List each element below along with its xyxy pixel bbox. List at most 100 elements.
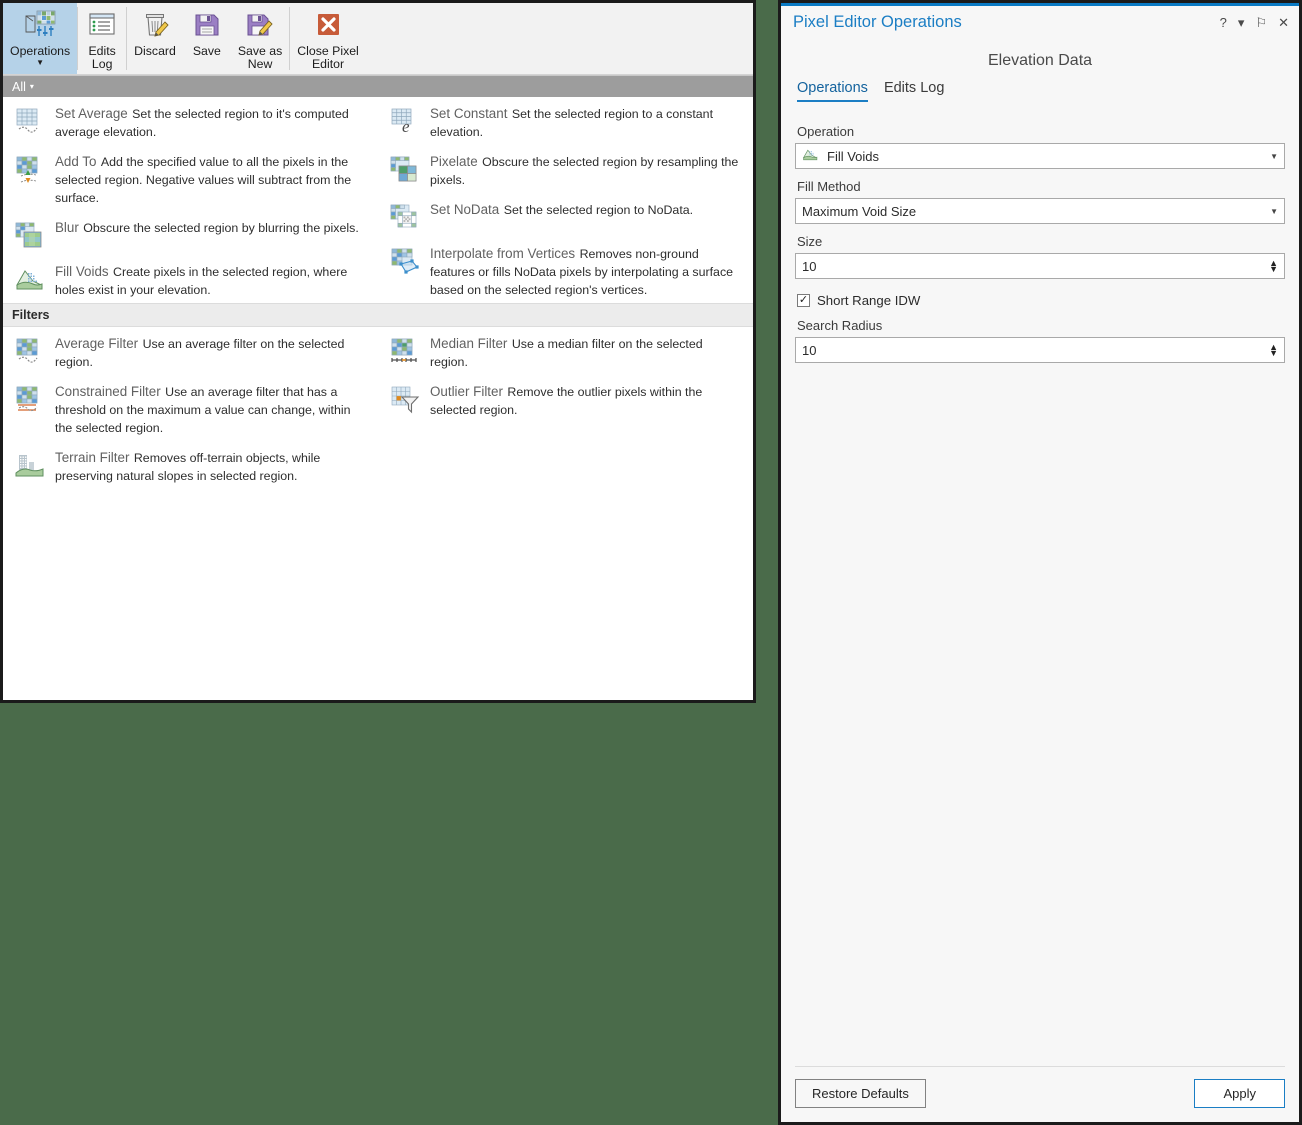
chevron-down-icon: ▼: [1270, 206, 1278, 216]
gallery-item-title: Median Filter: [430, 336, 508, 351]
operation-dropdown[interactable]: Fill Voids ▼: [795, 143, 1285, 169]
gallery-item-title: Set Average: [55, 106, 128, 121]
pane-tabs: Operations Edits Log: [781, 80, 1299, 102]
ribbon-button-label: Discard: [134, 44, 176, 58]
blur-icon: [15, 221, 45, 251]
size-value[interactable]: 10: [802, 259, 1265, 274]
fill-method-label: Fill Method: [797, 179, 861, 194]
ribbon-button-label: Save: [192, 44, 221, 58]
tab-edits-log[interactable]: Edits Log: [884, 80, 944, 102]
ribbon-button-label: Close Pixel Editor: [297, 44, 359, 71]
save-floppy-icon: [190, 9, 224, 41]
ribbon-button-operations[interactable]: Operations ▼: [3, 3, 78, 74]
gallery-item-terrain-filter[interactable]: Terrain Filter Removes off-terrain objec…: [3, 441, 378, 489]
gallery-item-title: Interpolate from Vertices: [430, 246, 576, 261]
set-nodata-icon: [390, 203, 420, 233]
stepper-arrows-icon[interactable]: ▲ ▼: [1265, 343, 1278, 358]
ribbon-toolbar: Operations ▼ Edits Log Discard Save Save…: [3, 3, 753, 75]
gallery-item-title: Outlier Filter: [430, 384, 503, 399]
fill-method-dropdown[interactable]: Maximum Void Size ▼: [795, 198, 1285, 224]
pixelate-icon: [390, 155, 420, 185]
gallery-item-title: Average Filter: [55, 336, 139, 351]
save-as-new-icon: [243, 9, 277, 41]
pane-title-label: Pixel Editor Operations: [793, 12, 962, 31]
pin-icon[interactable]: ⚐: [1255, 16, 1267, 29]
size-stepper[interactable]: 10 ▲ ▼: [795, 253, 1285, 279]
pane-title-bar: Pixel Editor Operations ? ▾ ⚐ ✕: [781, 6, 1299, 38]
gallery-item-interpolate-from-vertices[interactable]: Interpolate from Vertices Removes non-gr…: [378, 237, 753, 303]
outlier-filter-icon: [390, 385, 420, 415]
chevron-down-icon: ▾: [29, 82, 34, 91]
gallery-item-set-nodata[interactable]: Set NoData Set the selected region to No…: [378, 193, 753, 237]
operations-column-left: Set Average Set the selected region to i…: [3, 97, 378, 303]
ribbon-button-close-pixel-editor[interactable]: Close Pixel Editor: [290, 3, 366, 74]
filter-bar-label: All: [12, 79, 26, 94]
filters-column-right: Median Filter Use a median filter on the…: [378, 327, 753, 489]
close-icon[interactable]: ✕: [1278, 16, 1289, 29]
help-icon[interactable]: ?: [1220, 16, 1227, 29]
svg-text:e: e: [402, 117, 410, 136]
gallery-item-set-constant[interactable]: e Set Constant Set the selected region t…: [378, 97, 753, 145]
gallery-item-desc: Add the specified value to all the pixel…: [55, 155, 352, 205]
ribbon-button-save-as-new[interactable]: Save as New: [231, 3, 289, 74]
gallery-item-constrained-filter[interactable]: Constrained Filter Use an average filter…: [3, 375, 378, 441]
search-radius-stepper[interactable]: 10 ▲ ▼: [795, 337, 1285, 363]
search-radius-label: Search Radius: [797, 318, 883, 333]
set-constant-icon: e: [390, 107, 420, 137]
gallery-item-median-filter[interactable]: Median Filter Use a median filter on the…: [378, 327, 753, 375]
ribbon-button-discard[interactable]: Discard: [127, 3, 183, 74]
fill-method-value: Maximum Void Size: [802, 203, 917, 219]
short-range-idw-label: Short Range IDW: [817, 293, 921, 308]
filters-column-left: Average Filter Use an average filter on …: [3, 327, 378, 489]
short-range-idw-checkbox[interactable]: ✓: [797, 294, 810, 307]
size-label: Size: [797, 234, 823, 249]
edits-log-icon: [85, 9, 119, 41]
gallery-item-title: Blur: [55, 220, 79, 235]
pixel-editor-gallery-window: Operations ▼ Edits Log Discard Save Save…: [0, 0, 756, 703]
add-to-icon: [15, 155, 45, 185]
chevron-down-icon: ▼: [1270, 151, 1278, 161]
restore-defaults-button[interactable]: Restore Defaults: [795, 1079, 926, 1108]
gallery-item-title: Set Constant: [430, 106, 508, 121]
interpolate-from-vertices-icon: [390, 247, 420, 277]
gallery-item-title: Pixelate: [430, 154, 478, 169]
fill-voids-icon: [802, 147, 819, 166]
apply-button[interactable]: Apply: [1194, 1079, 1285, 1108]
gallery-item-blur[interactable]: Blur Obscure the selected region by blur…: [3, 211, 378, 255]
search-radius-value[interactable]: 10: [802, 343, 1265, 358]
gallery-item-title: Set NoData: [430, 202, 500, 217]
short-range-idw-checkbox-row[interactable]: ✓ Short Range IDW: [797, 293, 1285, 308]
constrained-filter-icon: [15, 385, 45, 415]
gallery-item-average-filter[interactable]: Average Filter Use an average filter on …: [3, 327, 378, 375]
gallery-item-title: Add To: [55, 154, 97, 169]
discard-trash-icon: [138, 9, 172, 41]
ribbon-button-edits-log[interactable]: Edits Log: [78, 3, 126, 74]
ribbon-button-label: Save as New: [237, 44, 283, 71]
average-filter-icon: [15, 337, 45, 367]
gallery-filter-bar[interactable]: All ▾: [3, 75, 753, 97]
menu-caret-icon[interactable]: ▾: [1238, 16, 1245, 29]
ribbon-button-save[interactable]: Save: [183, 3, 231, 74]
gallery-item-fill-voids[interactable]: Fill Voids Create pixels in the selected…: [3, 255, 378, 303]
pane-heading: Elevation Data: [987, 52, 1093, 69]
gallery-item-set-average[interactable]: Set Average Set the selected region to i…: [3, 97, 378, 145]
stepper-arrows-icon[interactable]: ▲ ▼: [1265, 259, 1278, 274]
operation-value: Fill Voids: [827, 148, 880, 164]
pane-footer: Restore Defaults Apply: [795, 1066, 1285, 1122]
gallery-item-pixelate[interactable]: Pixelate Obscure the selected region by …: [378, 145, 753, 193]
median-filter-icon: [390, 337, 420, 367]
terrain-filter-icon: [15, 451, 45, 481]
group-header-label: Filters: [12, 308, 50, 322]
operations-columns: Set Average Set the selected region to i…: [3, 97, 753, 303]
gallery-item-outlier-filter[interactable]: Outlier Filter Remove the outlier pixels…: [378, 375, 753, 423]
gallery-item-add-to[interactable]: Add To Add the specified value to all th…: [3, 145, 378, 211]
pane-content: Elevation Data Operations Edits Log Oper…: [781, 38, 1299, 1066]
filters-columns: Average Filter Use an average filter on …: [3, 327, 753, 489]
operations-column-right: e Set Constant Set the selected region t…: [378, 97, 753, 303]
operations-grid-icon: [23, 9, 57, 41]
set-average-icon: [15, 107, 45, 137]
operation-label: Operation: [797, 124, 855, 139]
tab-operations[interactable]: Operations: [797, 80, 868, 102]
gallery-body: Set Average Set the selected region to i…: [3, 97, 753, 700]
close-x-icon: [311, 9, 345, 41]
